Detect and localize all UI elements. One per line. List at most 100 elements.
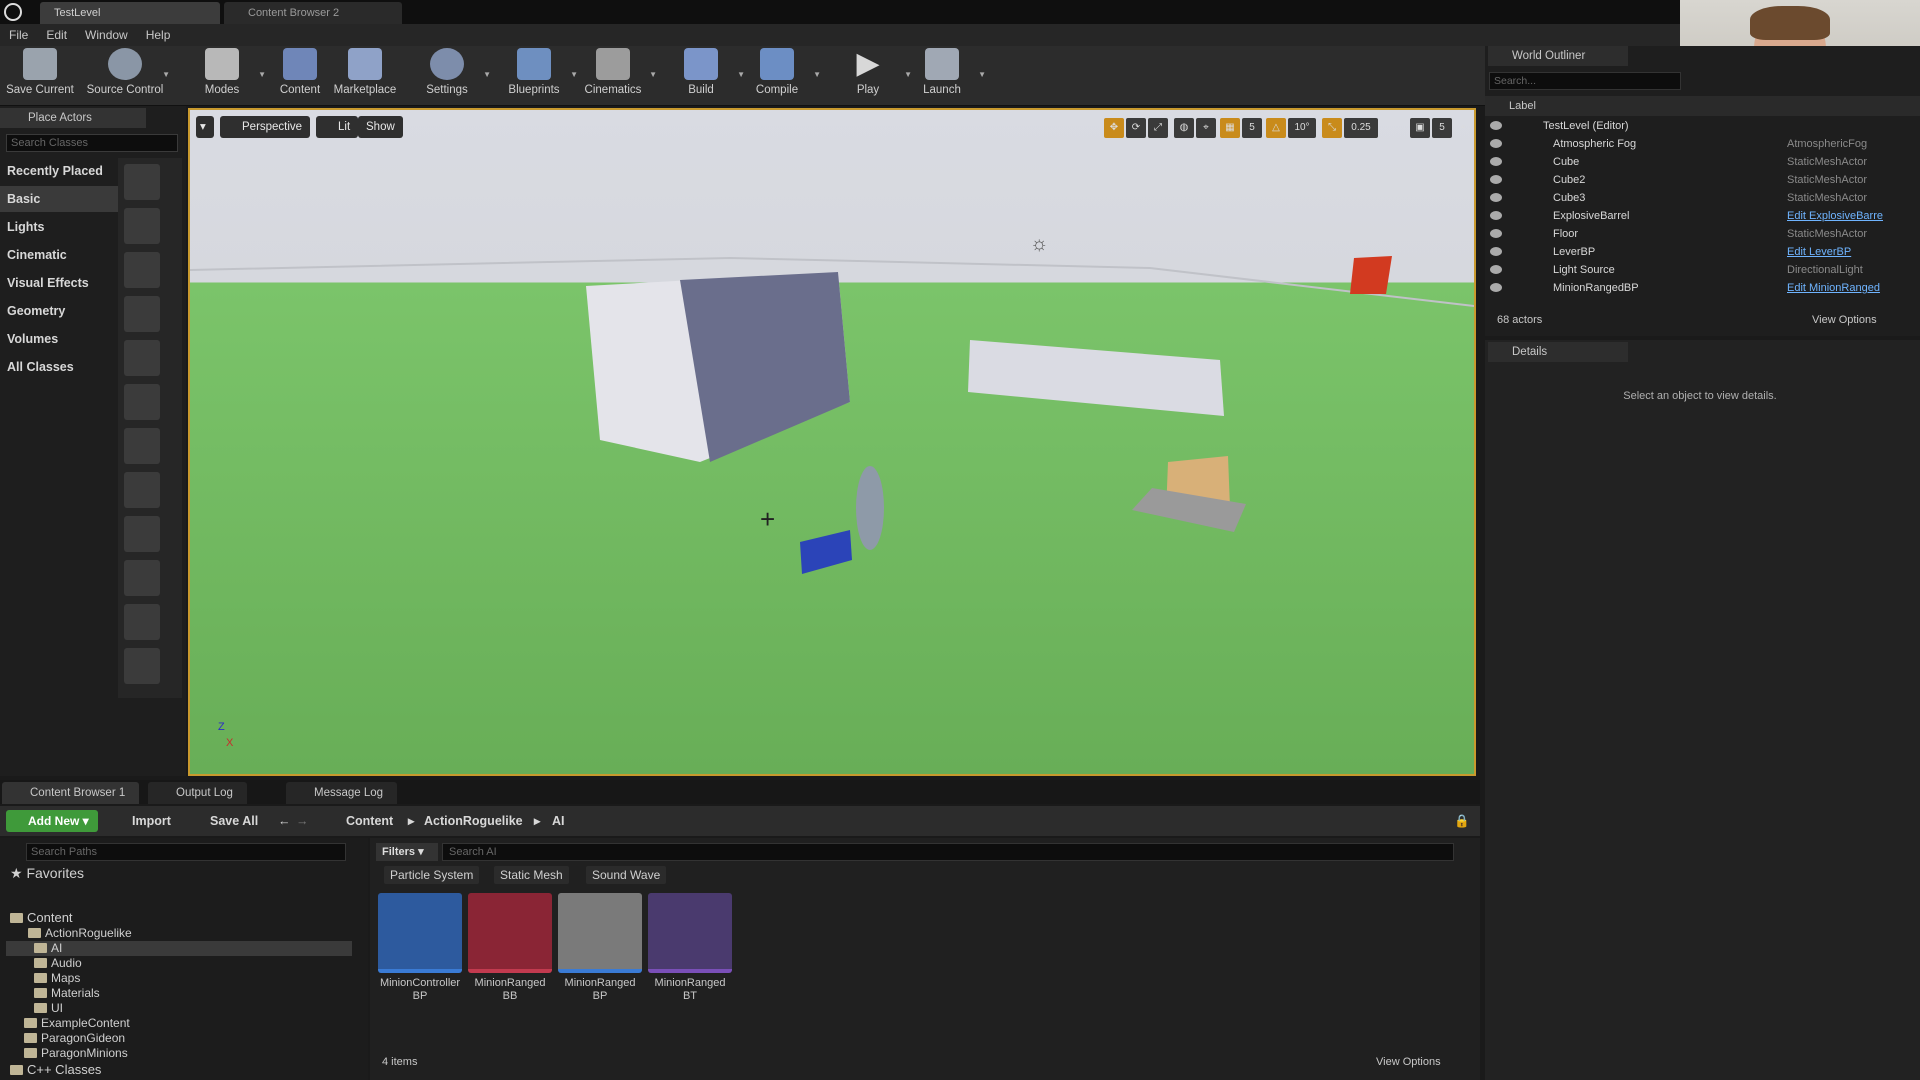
lock-icon[interactable]: 🔒 bbox=[1454, 806, 1470, 836]
filter-chip-particle-system[interactable]: Particle System bbox=[384, 866, 480, 884]
asset-tile[interactable]: MinionRanged BP bbox=[558, 893, 642, 1003]
empty-pawn-icon[interactable] bbox=[124, 252, 160, 288]
edit-blueprint-link[interactable]: Edit MinionRanged bbox=[1787, 279, 1880, 297]
category-geometry[interactable]: Geometry bbox=[0, 298, 118, 324]
content-view-options-button[interactable]: View Options bbox=[1376, 1056, 1441, 1068]
filter-chip-sound-wave[interactable]: Sound Wave bbox=[586, 866, 667, 884]
search-paths-input[interactable]: Search Paths bbox=[26, 843, 346, 861]
tab-message-log[interactable]: Message Log bbox=[286, 782, 398, 804]
category-recently-placed[interactable]: Recently Placed bbox=[0, 158, 118, 184]
outliner-view-options-button[interactable]: View Options bbox=[1812, 314, 1877, 326]
details-tab[interactable]: Details bbox=[1488, 342, 1628, 362]
tree-item-ui[interactable]: UI bbox=[34, 1001, 63, 1016]
menu-window[interactable]: Window bbox=[76, 24, 137, 46]
add-new-button[interactable]: Add New ▾ bbox=[6, 810, 98, 832]
modes-button[interactable]: Modes ▼ bbox=[182, 48, 266, 96]
tab-content-browser-2[interactable]: Content Browser 2 bbox=[224, 2, 402, 24]
tree-item-content[interactable]: Content bbox=[10, 910, 73, 925]
breadcrumb-ai[interactable]: AI bbox=[552, 806, 565, 836]
tree-item-actionroguelike[interactable]: ActionRoguelike bbox=[28, 926, 132, 941]
tab-testlevel[interactable]: TestLevel bbox=[40, 2, 220, 24]
category-all-classes[interactable]: All Classes bbox=[0, 354, 118, 380]
visibility-eye-icon[interactable] bbox=[1490, 247, 1502, 256]
outliner-row[interactable]: Light Source DirectionalLight bbox=[1485, 261, 1905, 279]
chevron-down-icon[interactable]: ▼ bbox=[978, 70, 986, 79]
tree-item-cpp-classes[interactable]: C++ Classes bbox=[10, 1062, 101, 1077]
chevron-down-icon[interactable]: ▼ bbox=[162, 70, 170, 79]
blueprints-button[interactable]: Blueprints ▼ bbox=[494, 48, 578, 96]
save-all-button[interactable]: Save All bbox=[194, 806, 258, 836]
category-visual-effects[interactable]: Visual Effects bbox=[0, 270, 118, 296]
search-assets-input[interactable]: Search AI bbox=[442, 843, 1454, 861]
menu-help[interactable]: Help bbox=[137, 24, 180, 46]
edit-blueprint-link[interactable]: Edit LeverBP bbox=[1787, 243, 1851, 261]
filters-button[interactable]: Filters ▾ bbox=[376, 843, 438, 861]
sphere-trigger-icon[interactable] bbox=[124, 648, 160, 684]
outliner-row[interactable]: TestLevel (Editor) bbox=[1485, 117, 1905, 135]
world-outliner-tab[interactable]: World Outliner bbox=[1488, 46, 1628, 66]
tab-content-browser-1[interactable]: Content Browser 1 bbox=[2, 782, 140, 804]
category-volumes[interactable]: Volumes bbox=[0, 326, 118, 352]
asset-tile[interactable]: MinionRanged BT bbox=[648, 893, 732, 1003]
unreal-logo-icon[interactable] bbox=[4, 3, 22, 21]
build-button[interactable]: Build ▼ bbox=[661, 48, 745, 96]
cube-icon[interactable] bbox=[124, 384, 160, 420]
tree-item-ai[interactable]: AI bbox=[6, 941, 352, 956]
category-cinematic[interactable]: Cinematic bbox=[0, 242, 118, 268]
cone-icon[interactable] bbox=[124, 516, 160, 552]
menu-edit[interactable]: Edit bbox=[37, 24, 76, 46]
sphere-icon[interactable] bbox=[124, 428, 160, 464]
category-lights[interactable]: Lights bbox=[0, 214, 118, 240]
outliner-row[interactable]: Cube StaticMeshActor bbox=[1485, 153, 1905, 171]
outliner-row[interactable]: Cube3 StaticMeshActor bbox=[1485, 189, 1905, 207]
tab-output-log[interactable]: Output Log bbox=[148, 782, 247, 804]
visibility-eye-icon[interactable] bbox=[1490, 157, 1502, 166]
box-trigger-icon[interactable] bbox=[124, 604, 160, 640]
outliner-row[interactable]: MinionRangedBP Edit MinionRanged bbox=[1485, 279, 1905, 297]
import-button[interactable]: Import bbox=[114, 806, 171, 836]
visibility-eye-icon[interactable] bbox=[1490, 229, 1502, 238]
outliner-search-input[interactable]: Search... bbox=[1489, 72, 1681, 90]
place-actors-tab[interactable]: Place Actors bbox=[0, 108, 146, 128]
plane-icon[interactable] bbox=[124, 560, 160, 596]
compile-button[interactable]: Compile ▼ bbox=[737, 48, 821, 96]
visibility-eye-icon[interactable] bbox=[1490, 175, 1502, 184]
save-current-button[interactable]: Save Current bbox=[0, 48, 80, 96]
tree-item-paragongideon[interactable]: ParagonGideon bbox=[24, 1031, 125, 1046]
cylinder-icon[interactable] bbox=[124, 472, 160, 508]
visibility-eye-icon[interactable] bbox=[1490, 211, 1502, 220]
outliner-row[interactable]: Floor StaticMeshActor bbox=[1485, 225, 1905, 243]
cinematics-button[interactable]: Cinematics ▼ bbox=[573, 48, 657, 96]
breadcrumb-content[interactable]: Content bbox=[346, 806, 393, 836]
outliner-row[interactable]: Atmospheric Fog AtmosphericFog bbox=[1485, 135, 1905, 153]
search-classes-input[interactable]: Search Classes bbox=[6, 134, 178, 152]
asset-tile[interactable]: MinionController BP bbox=[378, 893, 462, 1003]
outliner-row[interactable]: Cube2 StaticMeshActor bbox=[1485, 171, 1905, 189]
outliner-label-header[interactable]: Label bbox=[1485, 96, 1920, 116]
point-light-icon[interactable] bbox=[124, 296, 160, 332]
visibility-eye-icon[interactable] bbox=[1490, 193, 1502, 202]
visibility-eye-icon[interactable] bbox=[1490, 283, 1502, 292]
chevron-down-icon[interactable]: ▼ bbox=[813, 70, 821, 79]
empty-character-icon[interactable] bbox=[124, 208, 160, 244]
visibility-eye-icon[interactable] bbox=[1490, 121, 1502, 130]
marketplace-button[interactable]: Marketplace bbox=[325, 48, 405, 96]
history-forward-icon[interactable]: → bbox=[296, 806, 309, 836]
chevron-down-icon[interactable]: ▼ bbox=[649, 70, 657, 79]
source-control-button[interactable]: Source Control ▼ bbox=[84, 48, 170, 96]
outliner-row[interactable]: LeverBP Edit LeverBP bbox=[1485, 243, 1905, 261]
history-back-icon[interactable]: ← bbox=[278, 806, 291, 836]
tree-item-audio[interactable]: Audio bbox=[34, 956, 82, 971]
level-viewport[interactable]: ▾ Perspective Lit Show ✥ ⟳ ⤢ ◍ ⌖ ▦ 5 △ 1… bbox=[188, 108, 1476, 776]
favorites-header[interactable]: ★ Favorites bbox=[10, 866, 84, 881]
player-start-icon[interactable] bbox=[124, 340, 160, 376]
filter-chip-static-mesh[interactable]: Static Mesh bbox=[494, 866, 569, 884]
visibility-eye-icon[interactable] bbox=[1490, 139, 1502, 148]
visibility-eye-icon[interactable] bbox=[1490, 265, 1502, 274]
outliner-row[interactable]: ExplosiveBarrel Edit ExplosiveBarre bbox=[1485, 207, 1905, 225]
tree-item-materials[interactable]: Materials bbox=[34, 986, 100, 1001]
breadcrumb-actionroguelike[interactable]: ActionRoguelike bbox=[424, 806, 523, 836]
tree-item-maps[interactable]: Maps bbox=[34, 971, 80, 986]
menu-file[interactable]: File bbox=[0, 24, 37, 46]
category-basic[interactable]: Basic bbox=[0, 186, 118, 212]
